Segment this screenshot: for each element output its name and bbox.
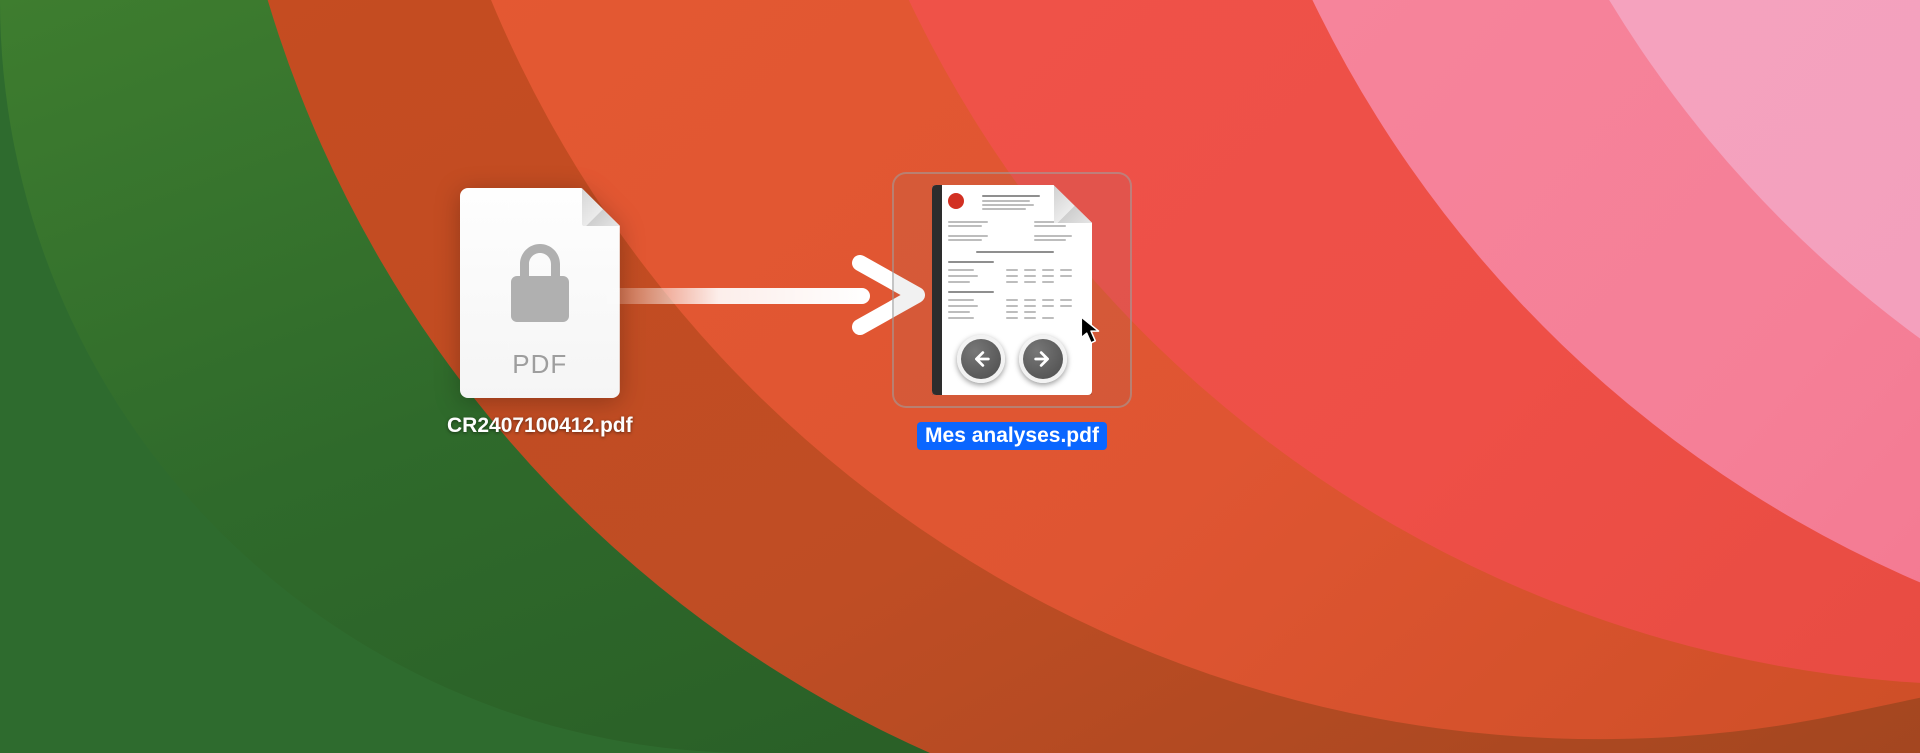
selection-highlight: [892, 172, 1132, 408]
pdf-file-icon: PDF: [460, 188, 620, 398]
arrow-left-icon: [970, 348, 992, 370]
pdf-badge-text: PDF: [460, 349, 620, 380]
lock-icon: [507, 244, 573, 322]
desktop-file-locked-pdf[interactable]: PDF CR2407100412.pdf: [439, 188, 641, 440]
file-label[interactable]: CR2407100412.pdf: [439, 412, 641, 440]
page-navigation: [957, 335, 1067, 383]
desktop-file-thumbnail[interactable]: Mes analyses.pdf: [892, 172, 1132, 450]
file-label[interactable]: Mes analyses.pdf: [917, 422, 1107, 450]
arrow-right-icon: [1032, 348, 1054, 370]
next-page-button[interactable]: [1019, 335, 1067, 383]
prev-page-button[interactable]: [957, 335, 1005, 383]
document-logo-icon: [948, 193, 964, 209]
pdf-thumbnail: [932, 185, 1092, 395]
